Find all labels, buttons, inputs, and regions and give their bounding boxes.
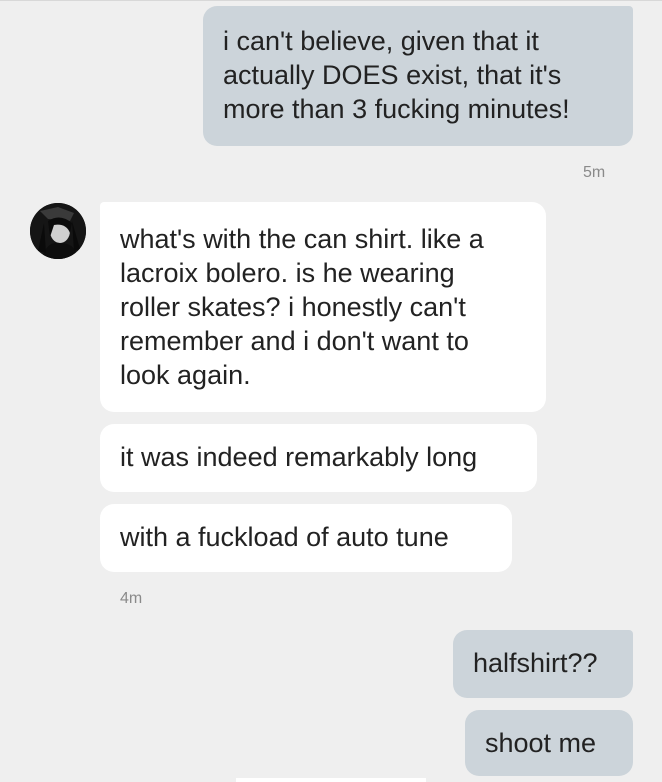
contact-avatar[interactable] <box>30 203 86 259</box>
message-bubble-sent[interactable]: halfshirt?? <box>453 630 633 698</box>
header-divider <box>0 0 662 1</box>
message-bubble-received[interactable]: it was indeed remarkably long <box>100 424 537 492</box>
message-bubble-received[interactable]: what's with the can shirt. like a lacroi… <box>100 202 546 412</box>
message-bubble-sent[interactable]: shoot me <box>465 710 633 776</box>
next-message-edge <box>236 778 426 782</box>
avatar-photo-icon <box>30 203 86 259</box>
message-bubble-sent[interactable]: i can't believe, given that it actually … <box>203 6 633 146</box>
message-timestamp: 4m <box>120 590 143 607</box>
message-bubble-received[interactable]: with a fuckload of auto tune <box>100 504 512 572</box>
message-timestamp: 5m <box>583 164 606 181</box>
